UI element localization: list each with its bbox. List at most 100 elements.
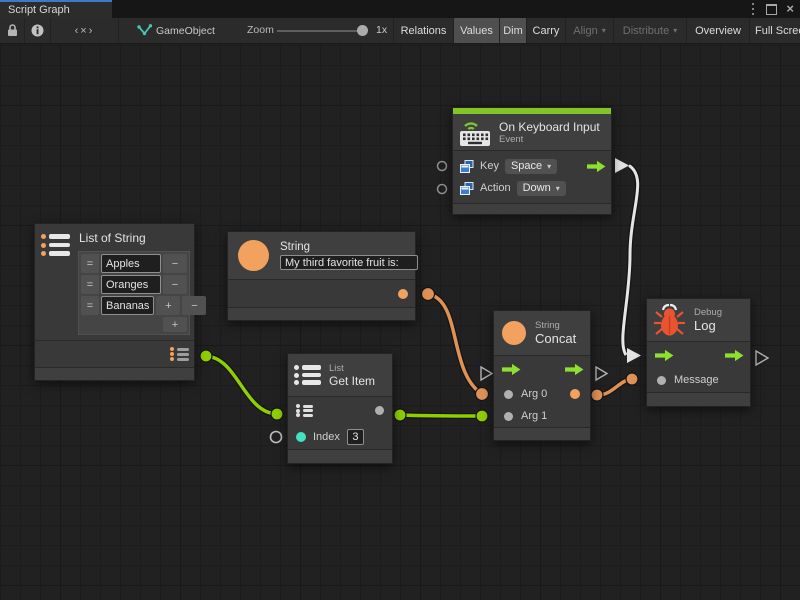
dim-toggle[interactable]: Dim <box>499 18 526 43</box>
key-label: Key <box>480 160 499 172</box>
relations-toggle[interactable]: Relations <box>393 18 453 43</box>
control-output-arrow-icon[interactable] <box>725 349 744 362</box>
node-subtitle: Event <box>499 134 600 145</box>
carry-label: Carry <box>533 25 560 37</box>
node-string-literal[interactable]: String My third favorite fruit is: <box>227 231 416 321</box>
align-label: Align <box>573 25 597 37</box>
list-item-field[interactable]: Bananas <box>101 296 154 315</box>
key-dropdown-value: Space <box>511 160 542 172</box>
action-dropdown[interactable]: Down ▾ <box>517 181 566 196</box>
list-item-row: = Oranges − <box>81 275 187 294</box>
code-view-button[interactable]: ‹×› <box>50 18 118 43</box>
node-list-of-string[interactable]: List of String = Apples − = Oranges − = … <box>34 223 195 381</box>
string-output-dot[interactable] <box>398 289 408 299</box>
title-bar: Script Graph × <box>0 0 800 18</box>
arg1-port-dot[interactable] <box>504 412 513 421</box>
node-title: On Keyboard Input <box>499 120 600 134</box>
node-title: Log <box>694 318 722 333</box>
overview-label: Overview <box>695 25 741 37</box>
zoom-value: 1x <box>376 18 387 43</box>
node-category: List <box>329 363 375 374</box>
arg0-label: Arg 0 <box>521 388 547 400</box>
dropdown-caret-icon: ▾ <box>556 184 560 193</box>
control-input-arrow-icon[interactable] <box>502 363 521 376</box>
node-footer <box>494 427 590 440</box>
distribute-menu-button[interactable]: Distribute ▾ <box>613 18 686 43</box>
inspect-button[interactable] <box>24 18 50 43</box>
tab-title: Script Graph <box>8 4 70 16</box>
enum-icon <box>460 160 474 173</box>
lock-button[interactable] <box>0 18 24 43</box>
key-dropdown[interactable]: Space ▾ <box>505 159 557 174</box>
fullscreen-button[interactable]: Full Screen <box>749 18 800 43</box>
node-category: String <box>535 320 576 331</box>
info-icon <box>31 24 44 37</box>
align-menu-button[interactable]: Align ▾ <box>565 18 613 43</box>
distribute-caret-icon: ▾ <box>673 26 677 35</box>
node-footer <box>35 367 194 380</box>
gameobject-label: GameObject <box>156 25 215 37</box>
node-category: Debug <box>694 307 722 318</box>
node-title: String <box>280 241 418 253</box>
string-value-field[interactable]: My third favorite fruit is: <box>280 255 418 270</box>
tab-script-graph[interactable]: Script Graph <box>0 0 112 18</box>
enum-icon <box>460 182 474 195</box>
menu-kebab-icon[interactable] <box>752 8 754 10</box>
close-icon[interactable]: × <box>786 0 794 18</box>
window-controls: × <box>749 0 800 18</box>
maximize-icon[interactable] <box>766 4 777 15</box>
action-label: Action <box>480 182 511 194</box>
remove-item-button[interactable]: − <box>182 296 206 315</box>
drag-handle[interactable]: = <box>81 296 99 315</box>
distribute-label: Distribute <box>623 25 669 37</box>
zoom-slider-track[interactable] <box>277 30 367 32</box>
index-label: Index <box>313 431 340 443</box>
node-footer <box>647 392 750 406</box>
node-on-keyboard-input[interactable]: On Keyboard Input Event Key Space ▾ <box>452 107 612 215</box>
node-title: Get Item <box>329 374 375 388</box>
gameobject-reference[interactable]: GameObject <box>118 18 226 43</box>
remove-item-button[interactable]: − <box>163 254 187 273</box>
list-item-row: = Bananas + − <box>81 296 187 315</box>
string-list-editor: = Apples − = Oranges − = Bananas + − + <box>78 251 190 335</box>
overview-button[interactable]: Overview <box>686 18 749 43</box>
arg0-port-dot[interactable] <box>504 390 513 399</box>
node-get-item[interactable]: List Get Item Index 3 <box>287 353 393 464</box>
message-label: Message <box>674 374 719 386</box>
index-field[interactable]: 3 <box>347 429 364 445</box>
graph-toolbar: ‹×› GameObject Zoom 1x Relations Values … <box>0 18 800 44</box>
dropdown-caret-icon: ▾ <box>547 162 551 171</box>
remove-item-button[interactable]: − <box>163 275 187 294</box>
dim-label: Dim <box>503 25 523 37</box>
node-footer <box>228 307 415 320</box>
node-title: Concat <box>535 331 576 346</box>
control-output-arrow-icon[interactable] <box>587 160 606 173</box>
control-output-arrow-icon[interactable] <box>565 363 584 376</box>
drag-handle[interactable]: = <box>81 275 99 294</box>
remove-item-button[interactable]: + <box>156 296 180 315</box>
string-type-icon <box>502 321 526 345</box>
node-footer <box>453 203 611 214</box>
code-icon: ‹×› <box>75 25 95 37</box>
node-debug-log[interactable]: Debug Log Message <box>646 298 751 407</box>
drag-handle[interactable]: = <box>81 254 99 273</box>
message-port-dot[interactable] <box>657 376 666 385</box>
values-toggle[interactable]: Values <box>453 18 499 43</box>
control-input-arrow-icon[interactable] <box>655 349 674 362</box>
item-output-dot[interactable] <box>375 406 384 415</box>
list-item-field[interactable]: Apples <box>101 254 161 273</box>
keyboard-icon <box>459 117 492 147</box>
carry-toggle[interactable]: Carry <box>526 18 565 43</box>
add-item-button[interactable]: + <box>163 317 187 332</box>
script-graph-window: Script Graph × ‹×› <box>0 0 800 600</box>
zoom-slider-handle[interactable] <box>357 25 368 36</box>
lock-icon <box>7 24 18 37</box>
index-port-dot[interactable] <box>296 432 306 442</box>
node-concat[interactable]: String Concat Arg 0 Arg 1 <box>493 310 591 441</box>
result-output-dot[interactable] <box>570 389 580 399</box>
list-icon <box>294 365 321 385</box>
list-item-field[interactable]: Oranges <box>101 275 161 294</box>
fullscreen-label: Full Screen <box>755 25 800 37</box>
list-icon <box>41 234 70 256</box>
list-input-icon <box>296 404 313 417</box>
